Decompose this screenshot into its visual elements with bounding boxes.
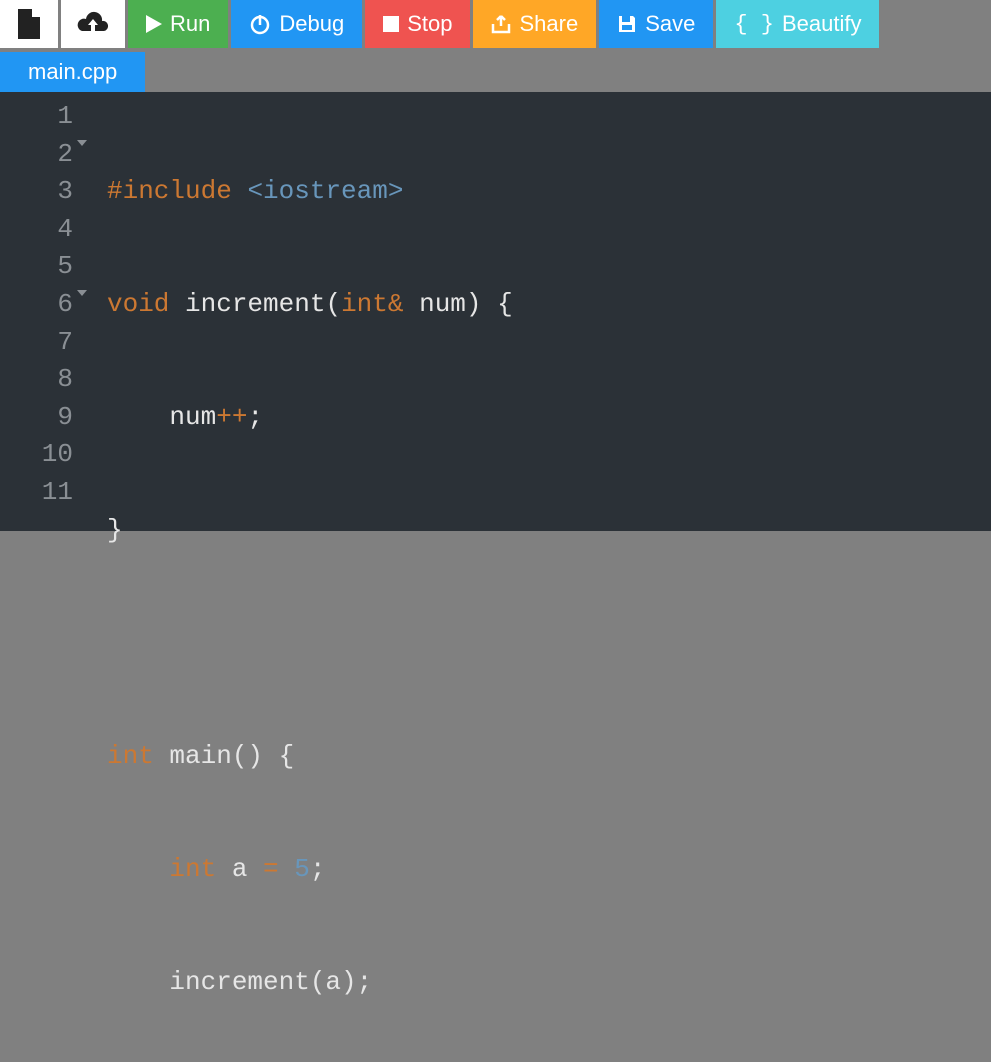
stop-label: Stop (407, 11, 452, 37)
line-number: 6 (0, 286, 73, 324)
line-number: 11 (0, 474, 73, 512)
line-number: 9 (0, 399, 73, 437)
line-number: 5 (0, 248, 73, 286)
run-label: Run (170, 11, 210, 37)
stop-icon (383, 16, 399, 32)
share-label: Share (519, 11, 578, 37)
code-line: #include <iostream> (107, 173, 991, 211)
stop-button[interactable]: Stop (365, 0, 470, 48)
beautify-label: Beautify (782, 11, 862, 37)
gutter: 1 2 3 4 5 6 7 8 9 10 11 (0, 92, 85, 531)
tabs-bar: main.cpp (0, 52, 991, 92)
beautify-button[interactable]: { } Beautify (716, 0, 879, 48)
save-button[interactable]: Save (599, 0, 713, 48)
play-icon (146, 15, 162, 33)
code-line: } (107, 512, 991, 550)
file-icon (16, 9, 42, 39)
power-icon (249, 13, 271, 35)
upload-button[interactable] (61, 0, 125, 48)
debug-label: Debug (279, 11, 344, 37)
line-number: 7 (0, 324, 73, 362)
line-number: 10 (0, 436, 73, 474)
line-number: 3 (0, 173, 73, 211)
tab-label: main.cpp (28, 59, 117, 85)
code-line: int main() { (107, 738, 991, 776)
cloud-upload-icon (76, 11, 110, 37)
debug-button[interactable]: Debug (231, 0, 362, 48)
tabs-empty-area (145, 52, 991, 92)
save-icon (617, 14, 637, 34)
fold-icon[interactable] (77, 140, 87, 146)
code-line: int a = 5; (107, 851, 991, 889)
code-line (107, 625, 991, 663)
share-button[interactable]: Share (473, 0, 596, 48)
braces-icon: { } (734, 12, 774, 37)
code-editor[interactable]: 1 2 3 4 5 6 7 8 9 10 11 #include <iostre… (0, 92, 991, 531)
line-number: 1 (0, 98, 73, 136)
line-number: 8 (0, 361, 73, 399)
code-line: void increment(int& num) { (107, 286, 991, 324)
tab-main-cpp[interactable]: main.cpp (0, 52, 145, 92)
run-button[interactable]: Run (128, 0, 228, 48)
line-number: 2 (0, 136, 73, 174)
save-label: Save (645, 11, 695, 37)
fold-icon[interactable] (77, 290, 87, 296)
new-file-button[interactable] (0, 0, 58, 48)
toolbar: Run Debug Stop Share Save { } Beautify (0, 0, 991, 48)
code-area[interactable]: #include <iostream> void increment(int& … (85, 92, 991, 531)
line-number: 4 (0, 211, 73, 249)
share-icon (491, 14, 511, 34)
code-line: num++; (107, 399, 991, 437)
code-line: increment(a); (107, 964, 991, 1002)
